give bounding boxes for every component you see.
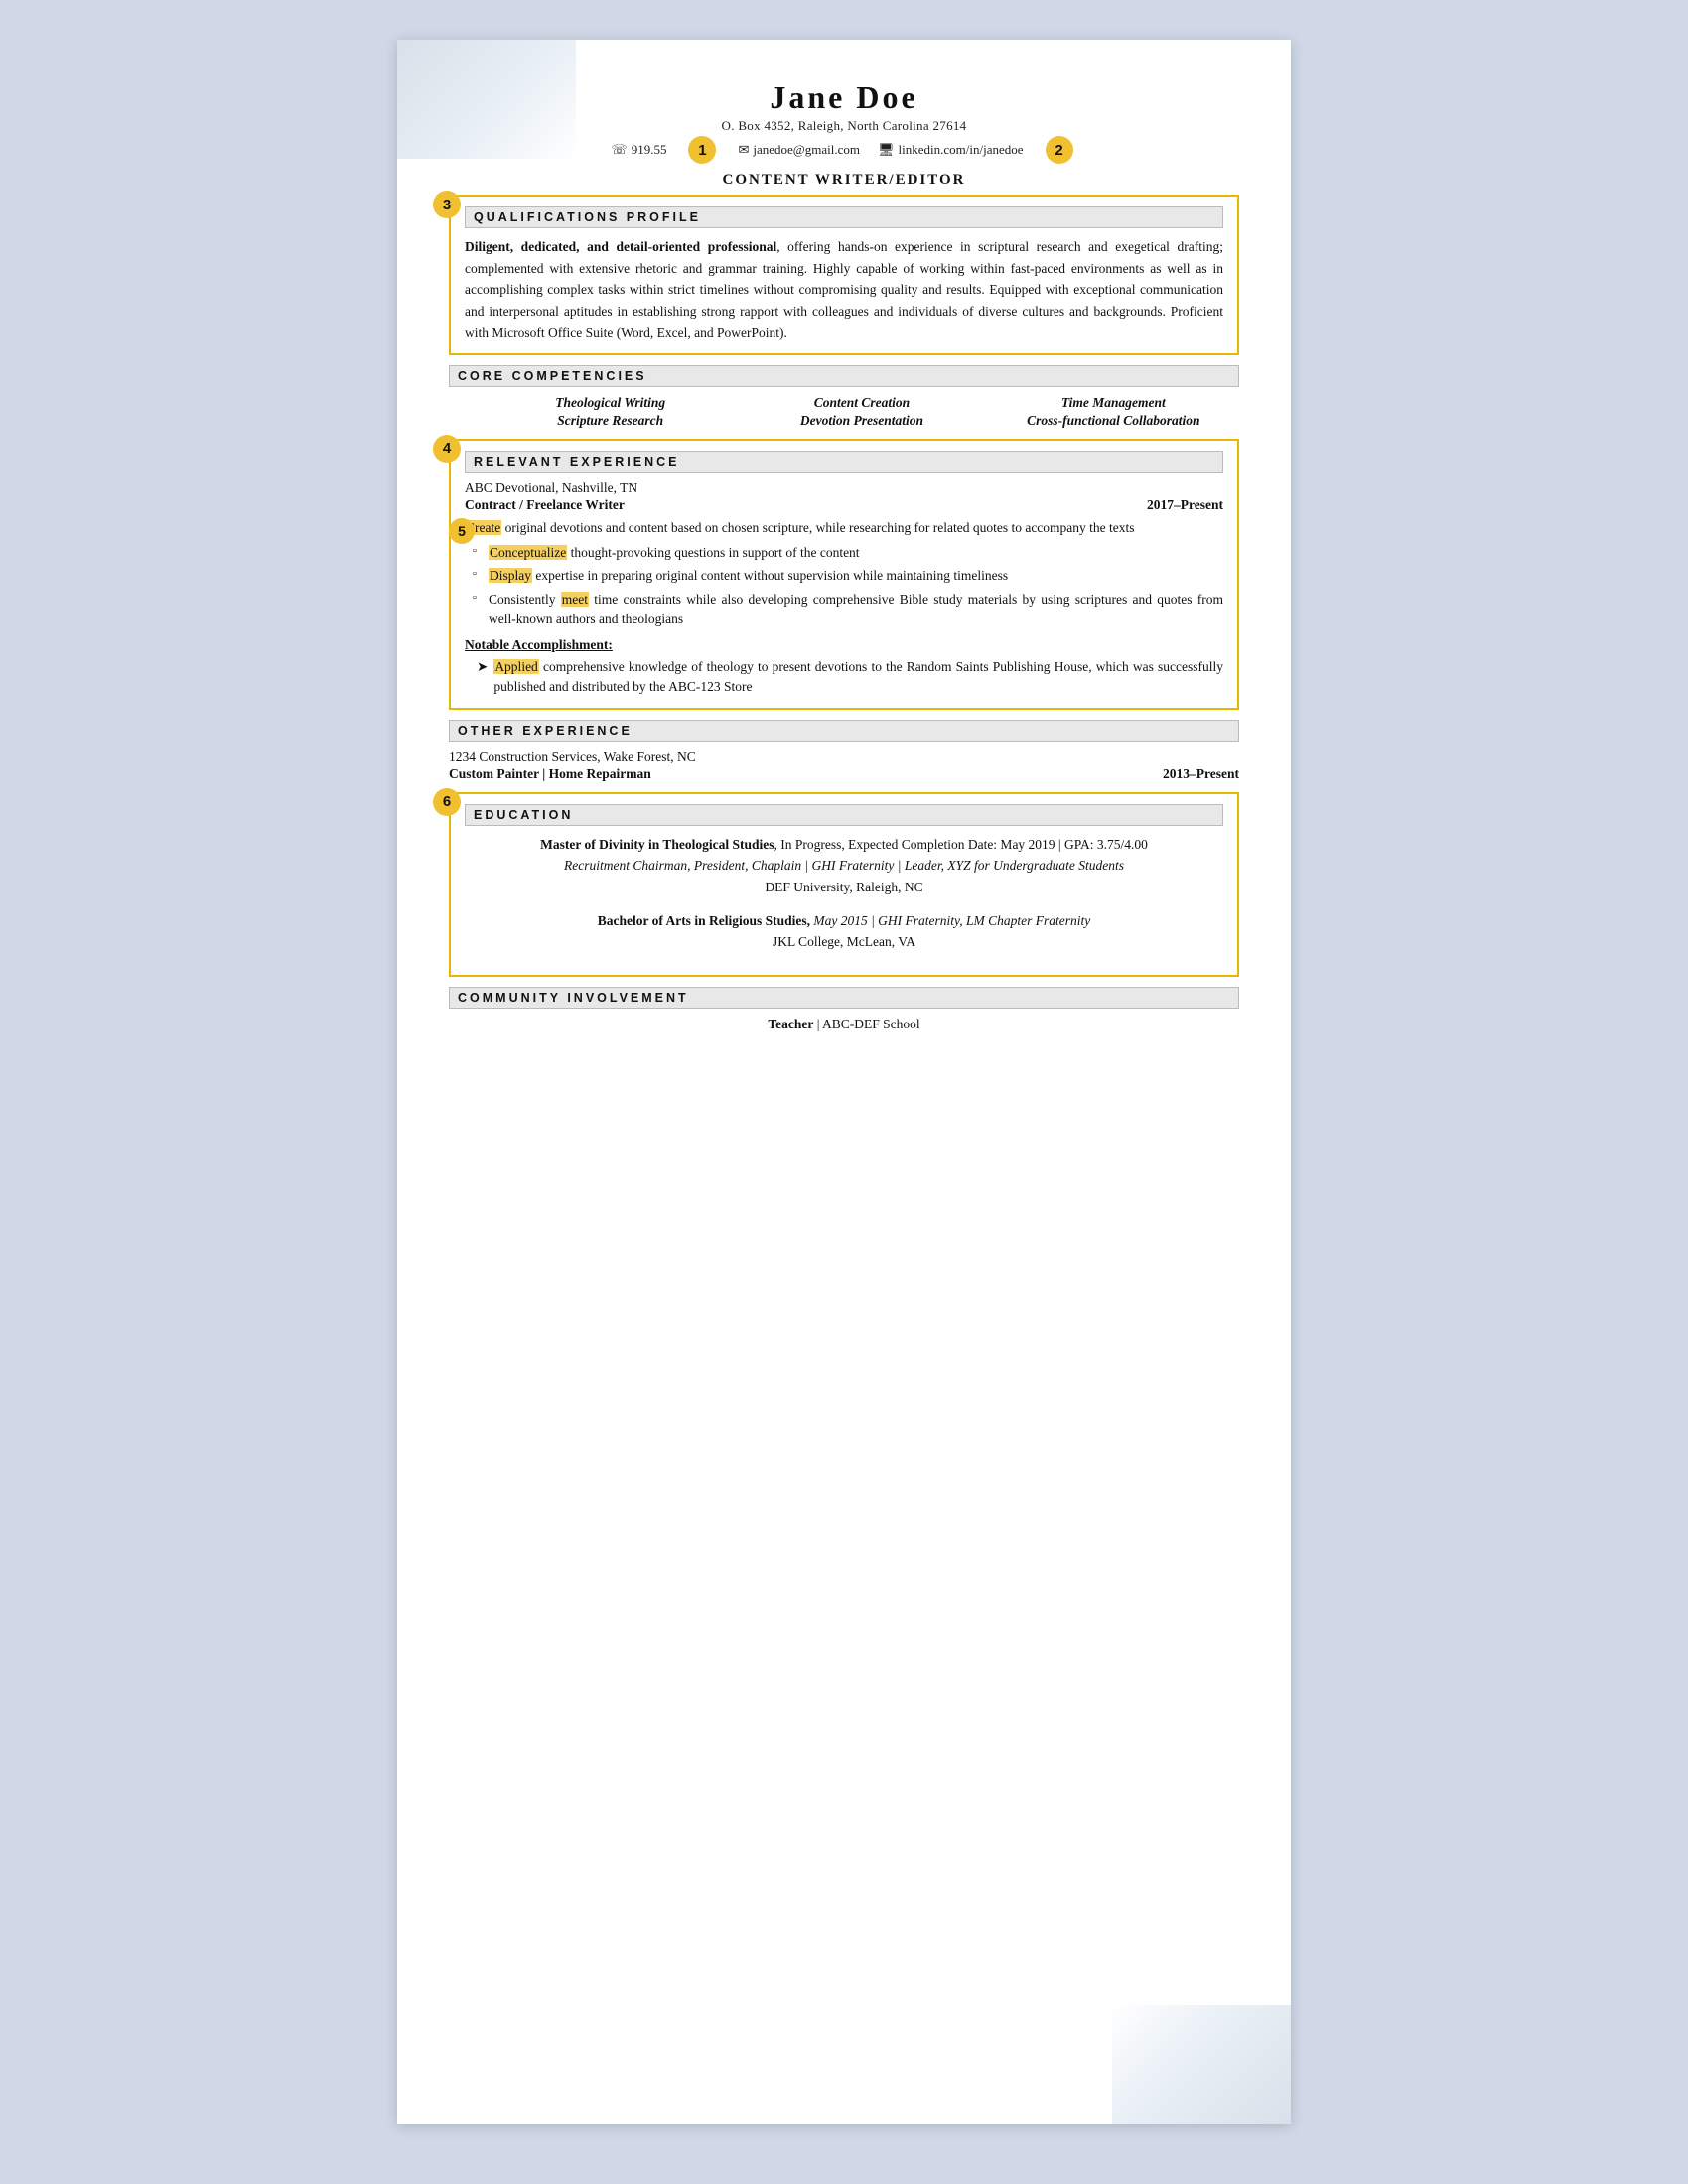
qualifications-section: 3 Qualifications Profile Diligent, dedic… [449, 195, 1239, 355]
relevant-dates: 2017–Present [1147, 497, 1223, 513]
relevant-title: Contract / Freelance Writer [465, 497, 625, 513]
bullet-2: Display expertise in preparing original … [489, 566, 1223, 586]
phone-icon: ☏ [611, 142, 627, 158]
comp-5: Devotion Presentation [736, 413, 987, 429]
relevant-title-row: Contract / Freelance Writer 2017–Present [465, 497, 1223, 513]
other-experience-section: Other Experience 1234 Construction Servi… [449, 720, 1239, 782]
badge-6: 6 [433, 788, 461, 816]
other-dates: 2013–Present [1163, 766, 1239, 782]
resume-header: Jane Doe O. Box 4352, Raleigh, North Car… [449, 79, 1239, 189]
linkedin-url: linkedin.com/in/janedoe [899, 142, 1024, 158]
badge-5: 5 [449, 518, 475, 544]
edu1-rest: , In Progress, Expected Completion Date:… [774, 837, 1147, 852]
competencies-grid: Theological Writing Content Creation Tim… [485, 395, 1239, 429]
edu1-line2: Recruitment Chairman, President, Chaplai… [465, 855, 1223, 877]
relevant-company: ABC Devotional, Nashville, TN [465, 480, 1223, 496]
other-title-row: Custom Painter | Home Repairman 2013–Pre… [449, 766, 1239, 782]
community-header: Community Involvement [449, 987, 1239, 1009]
resume-page: Jane Doe O. Box 4352, Raleigh, North Car… [397, 40, 1291, 2124]
core-competencies-section: Core Competencies Theological Writing Co… [449, 365, 1239, 429]
badge-2: 2 [1046, 136, 1073, 164]
edu2-rest: May 2015 | GHI Fraternity, LM Chapter Fr… [810, 913, 1090, 928]
education-section: 6 Education Master of Divinity in Theolo… [449, 792, 1239, 977]
community-section: Community Involvement Teacher | ABC-DEF … [449, 987, 1239, 1032]
job-title: Content Writer/Editor [449, 172, 1239, 189]
badge-1: 1 [688, 136, 716, 164]
email-icon: ✉ [738, 142, 749, 158]
bullet-1: Conceptualize thought-provoking question… [489, 543, 1223, 563]
notable-item: ➤ Applied comprehensive knowledge of the… [477, 657, 1223, 698]
relevant-bullets: Conceptualize thought-provoking question… [465, 543, 1223, 629]
highlight-meet: meet [561, 592, 589, 607]
email-address: janedoe@gmail.com [753, 142, 860, 158]
relevant-bullet-0: Create original devotions and content ba… [465, 518, 1223, 538]
relevant-experience-section: 4 Relevant Experience ABC Devotional, Na… [449, 439, 1239, 710]
linkedin-item: 🖥 linkedin.com/in/janedoe [878, 142, 1024, 158]
badge-4: 4 [433, 435, 461, 463]
other-title: Custom Painter | Home Repairman [449, 766, 651, 782]
edu-entry-2: Bachelor of Arts in Religious Studies, M… [465, 910, 1223, 953]
first-bullet-wrapper: 5 Create original devotions and content … [465, 518, 1223, 538]
arrow-icon: ➤ [477, 657, 488, 698]
highlight-display: Display [489, 568, 532, 583]
edu1-degree-line: Master of Divinity in Theological Studie… [465, 834, 1223, 856]
candidate-name: Jane Doe [449, 79, 1239, 116]
bullet-3: Consistently meet time constraints while… [489, 590, 1223, 630]
edu2-line2: JKL College, McLean, VA [465, 931, 1223, 953]
comp-6: Cross-functional Collaboration [988, 413, 1239, 429]
other-header: Other Experience [449, 720, 1239, 742]
comp-1: Theological Writing [485, 395, 736, 411]
notable-text: Applied comprehensive knowledge of theol… [493, 657, 1223, 698]
edu2-degree-line: Bachelor of Arts in Religious Studies, M… [465, 910, 1223, 932]
qualifications-header: Qualifications Profile [465, 206, 1223, 228]
edu2-degree: Bachelor of Arts in Religious Studies, [598, 913, 810, 928]
phone-item: ☏ 919.55 [611, 142, 666, 158]
comp-2: Content Creation [736, 395, 987, 411]
relevant-header: Relevant Experience [465, 451, 1223, 473]
community-role: Teacher [768, 1017, 813, 1031]
highlight-conceptualize: Conceptualize [489, 545, 567, 560]
contact-line: ☏ 919.55 1 ✉ janedoe@gmail.com 🖥 linkedi… [449, 136, 1239, 164]
notable-header: Notable Accomplishment: [465, 637, 1223, 653]
address-line: O. Box 4352, Raleigh, North Carolina 276… [449, 118, 1239, 134]
other-company: 1234 Construction Services, Wake Forest,… [449, 750, 1239, 765]
education-header: Education [465, 804, 1223, 826]
linkedin-icon: 🖥 [878, 142, 895, 158]
qualifications-text: Diligent, dedicated, and detail-oriented… [465, 236, 1223, 343]
community-line: Teacher | ABC-DEF School [449, 1017, 1239, 1032]
badge-3: 3 [433, 191, 461, 218]
comp-3: Time Management [988, 395, 1239, 411]
email-item: ✉ janedoe@gmail.com [738, 142, 860, 158]
edu1-line3: DEF University, Raleigh, NC [465, 877, 1223, 898]
highlight-applied: Applied [493, 659, 539, 674]
core-header: Core Competencies [449, 365, 1239, 387]
edu-entry-1: Master of Divinity in Theological Studie… [465, 834, 1223, 898]
edu1-degree: Master of Divinity in Theological Studie… [540, 837, 774, 852]
comp-4: Scripture Research [485, 413, 736, 429]
phone-number: 919.55 [632, 142, 667, 158]
